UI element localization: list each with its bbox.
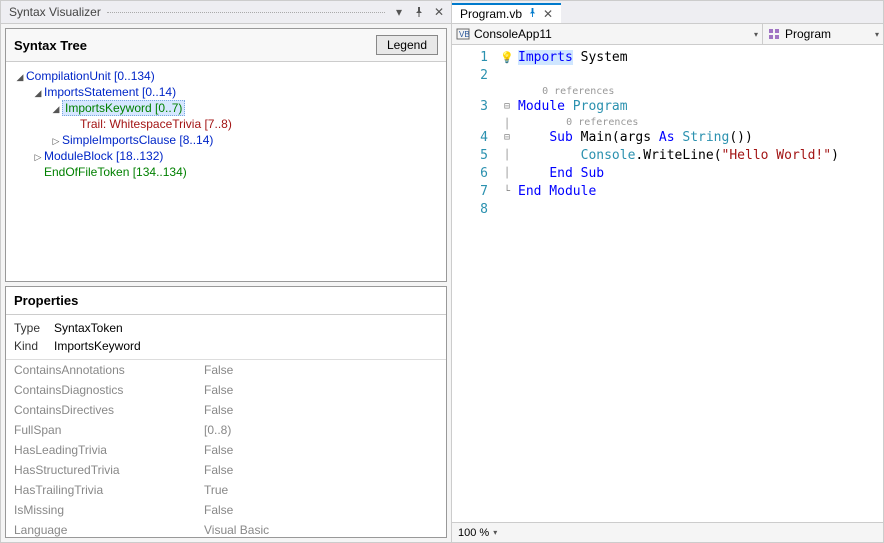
tree-node-module-block[interactable]: ModuleBlock [18..132) — [44, 149, 163, 163]
fold-toggle[interactable]: ⊟ — [504, 101, 510, 112]
fold-toggle[interactable]: ⊟ — [504, 132, 510, 143]
line-number: 3 — [452, 98, 488, 116]
legend-button[interactable]: Legend — [376, 35, 438, 55]
line-number-gutter: 1 2 3 4 5 6 7 8 — [452, 45, 496, 522]
codelens-references[interactable]: 0 references — [566, 117, 638, 128]
tree-node-imports-statement[interactable]: ImportsStatement [0..14) — [44, 85, 176, 99]
code-token: String — [675, 130, 730, 145]
code-content[interactable]: Imports System 0 references Module Progr… — [518, 45, 883, 522]
code-token: ) — [831, 148, 839, 163]
line-number: 4 — [452, 129, 488, 147]
code-token: Imports — [518, 50, 573, 65]
zoom-level[interactable]: 100 % — [458, 527, 489, 539]
nav-scope-dropdown[interactable]: Program ▾ — [763, 24, 883, 44]
titlebar-grip[interactable] — [107, 12, 385, 13]
tree-node-end-of-file[interactable]: EndOfFileToken [134..134) — [44, 165, 187, 179]
panel-title: Syntax Visualizer — [9, 5, 101, 19]
property-row: HasStructuredTriviaFalse — [6, 460, 446, 480]
line-number: 6 — [452, 165, 488, 183]
property-row: FullSpan[0..8) — [6, 420, 446, 440]
tree-toggle[interactable]: ◢ — [32, 88, 44, 99]
module-icon — [767, 27, 781, 41]
tree-node-simple-imports-clause[interactable]: SimpleImportsClause [8..14) — [62, 133, 213, 147]
vb-project-icon: VB — [456, 27, 470, 41]
prop-kind-value: ImportsKeyword — [54, 339, 141, 353]
line-number: 5 — [452, 147, 488, 165]
syntax-visualizer-panel: Syntax Visualizer ▾ ✕ Syntax Tree Legend… — [0, 0, 452, 543]
code-token: Module — [518, 99, 565, 114]
prop-kind-label: Kind — [14, 339, 54, 353]
property-row: ContainsAnnotationsFalse — [6, 360, 446, 380]
tree-toggle[interactable]: ▷ — [32, 152, 44, 163]
code-token: ()) — [729, 130, 752, 145]
editor-tab-bar: Program.vb ✕ — [452, 1, 883, 23]
code-token: Sub — [573, 166, 604, 181]
editor-status-bar: 100 % ▾ — [452, 522, 883, 542]
properties-summary: TypeSyntaxToken KindImportsKeyword — [6, 315, 446, 359]
svg-text:VB: VB — [459, 30, 470, 39]
close-icon[interactable]: ✕ — [431, 4, 447, 20]
lightbulb-icon[interactable]: 💡 — [500, 51, 514, 64]
line-number: 8 — [452, 201, 488, 219]
chevron-down-icon[interactable]: ▾ — [754, 30, 758, 39]
code-token: "Hello World!" — [722, 148, 832, 163]
prop-type-value: SyntaxToken — [54, 321, 123, 335]
syntax-tree-header: Syntax Tree Legend — [6, 29, 446, 62]
nav-bar: VB ConsoleApp11 ▾ Program ▾ — [452, 23, 883, 45]
code-editor-panel: Program.vb ✕ VB ConsoleApp11 ▾ Program ▾… — [452, 0, 884, 543]
line-number: 2 — [452, 67, 488, 85]
chevron-down-icon[interactable]: ▾ — [875, 30, 879, 39]
code-token: .WriteLine( — [635, 148, 721, 163]
tree-node-trail-trivia[interactable]: Trail: WhitespaceTrivia [7..8) — [80, 117, 232, 131]
properties-grid[interactable]: ContainsAnnotationsFalse ContainsDiagnos… — [6, 359, 446, 537]
chevron-down-icon[interactable]: ▾ — [493, 528, 497, 537]
properties-section: Properties TypeSyntaxToken KindImportsKe… — [5, 286, 447, 538]
syntax-tree-title: Syntax Tree — [14, 38, 87, 53]
window-position-icon[interactable]: ▾ — [391, 4, 407, 20]
code-token: Main(args — [573, 130, 659, 145]
pin-icon[interactable] — [411, 4, 427, 20]
tree-toggle[interactable]: ▷ — [50, 136, 62, 147]
panel-titlebar: Syntax Visualizer ▾ ✕ — [1, 1, 451, 24]
tree-node-compilation-unit[interactable]: CompilationUnit [0..134) — [26, 69, 155, 83]
line-number: 7 — [452, 183, 488, 201]
property-row: ContainsDiagnosticsFalse — [6, 380, 446, 400]
code-token: End — [549, 166, 572, 181]
nav-scope-label: Program — [785, 27, 831, 41]
code-token: Program — [565, 99, 628, 114]
syntax-tree-section: Syntax Tree Legend ◢CompilationUnit [0..… — [5, 28, 447, 282]
code-token: System — [573, 50, 628, 65]
tree-node-imports-keyword[interactable]: ImportsKeyword [0..7) — [62, 100, 185, 116]
tree-toggle[interactable]: ◢ — [14, 72, 26, 83]
property-row: IsMissingFalse — [6, 500, 446, 520]
close-tab-icon[interactable]: ✕ — [543, 7, 553, 21]
fold-gutter: 💡 ⊟ │ ⊟ │ │ └ — [496, 45, 518, 522]
pin-icon[interactable] — [528, 8, 537, 20]
code-token: Console — [581, 148, 636, 163]
nav-project-dropdown[interactable]: VB ConsoleApp11 ▾ — [452, 24, 763, 44]
properties-title: Properties — [6, 287, 446, 315]
tree-toggle[interactable]: ◢ — [50, 104, 62, 115]
codelens-references[interactable]: 0 references — [542, 86, 614, 97]
code-editor[interactable]: 1 2 3 4 5 6 7 8 💡 ⊟ │ ⊟ │ │ └ Imports Sy… — [452, 45, 883, 522]
file-tab[interactable]: Program.vb ✕ — [452, 3, 561, 23]
syntax-tree-body[interactable]: ◢CompilationUnit [0..134) ◢ImportsStatem… — [6, 62, 446, 281]
nav-project-label: ConsoleApp11 — [474, 27, 552, 41]
code-token: Sub — [549, 130, 572, 145]
prop-type-label: Type — [14, 321, 54, 335]
property-row: ContainsDirectivesFalse — [6, 400, 446, 420]
code-token: End — [518, 184, 541, 199]
code-token: As — [659, 130, 675, 145]
property-row: HasLeadingTriviaFalse — [6, 440, 446, 460]
file-tab-label: Program.vb — [460, 7, 522, 21]
property-row: HasTrailingTriviaTrue — [6, 480, 446, 500]
code-token: Module — [541, 184, 596, 199]
property-row: LanguageVisual Basic — [6, 520, 446, 537]
line-number: 1 — [452, 49, 488, 67]
